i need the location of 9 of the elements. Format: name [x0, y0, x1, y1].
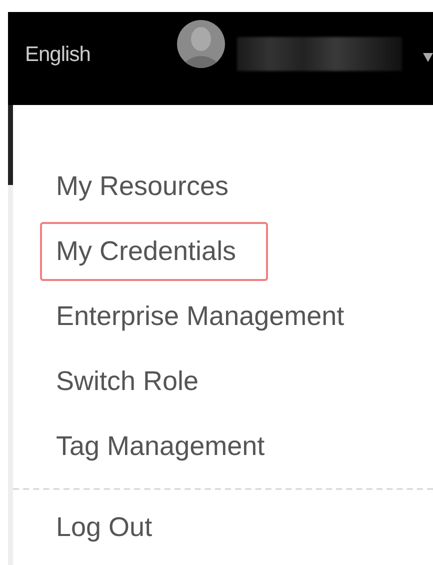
menu-item[interactable]: My Credentials: [40, 222, 268, 281]
language-selector[interactable]: English: [25, 42, 90, 66]
avatar-icon[interactable]: [177, 20, 226, 68]
menu-item[interactable]: Switch Role: [40, 352, 231, 411]
menu-item[interactable]: My Resources: [40, 157, 261, 216]
caret-icon[interactable]: [423, 53, 433, 62]
menu-item[interactable]: Enterprise Management: [40, 287, 376, 346]
menu-item[interactable]: Log Out: [40, 498, 184, 557]
menu-item[interactable]: Tag Management: [40, 417, 297, 476]
